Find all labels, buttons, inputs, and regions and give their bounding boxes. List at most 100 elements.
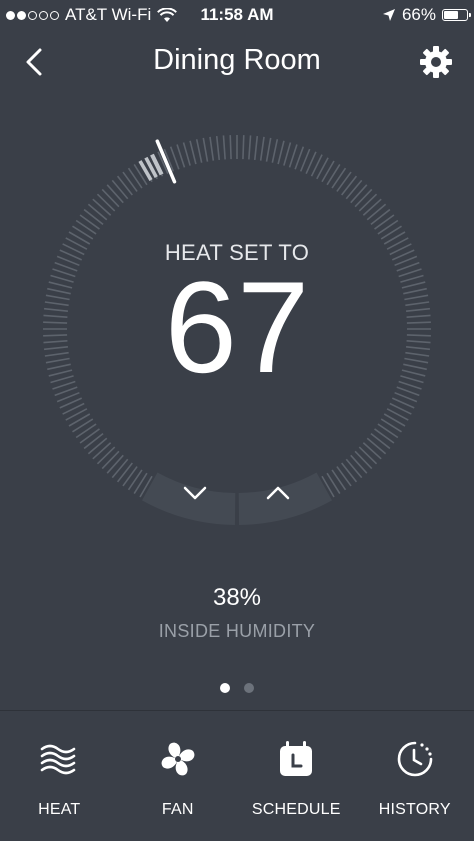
dial-tick (377, 423, 399, 439)
dial-tick (122, 466, 138, 487)
dial-tick (79, 428, 100, 444)
dial-tick (96, 446, 116, 465)
dial-tick (229, 135, 232, 160)
dial-tick (75, 219, 97, 235)
dial-tick (111, 458, 129, 479)
settings-button[interactable] (418, 44, 454, 80)
chevron-left-icon (26, 48, 42, 76)
dial-tick (345, 458, 363, 479)
dial-tick (83, 208, 104, 225)
dial-tick (271, 139, 279, 163)
page-dot-2[interactable] (244, 683, 254, 693)
dial-tick (366, 437, 387, 455)
tab-schedule[interactable]: SCHEDULE (237, 711, 356, 841)
dial-tick (209, 136, 215, 161)
dial-tick (83, 433, 104, 450)
dial-tick (366, 203, 387, 221)
page-title: Dining Room (153, 44, 321, 76)
dial-tick (72, 225, 94, 240)
dial-tick (362, 198, 382, 216)
dial-tick (116, 175, 133, 196)
dial-tick (265, 137, 272, 162)
dial-tick (259, 136, 265, 161)
dial-tick (326, 164, 341, 186)
dial-tick (75, 423, 97, 439)
dial-tick (354, 188, 373, 208)
back-button[interactable] (18, 44, 54, 80)
battery-percent: 66% (401, 5, 436, 24)
dial-tick (222, 135, 226, 160)
dial-tick (92, 198, 112, 216)
dial-tick (341, 175, 358, 196)
humidity-value: 38% (212, 584, 262, 611)
dial-tick (122, 171, 138, 192)
dial-tick (358, 446, 378, 465)
dial-tick (341, 462, 358, 483)
dial-tick (127, 469, 143, 491)
location-icon (382, 9, 395, 21)
tab-schedule-label: SCHEDULE (251, 801, 341, 818)
dial-tick (106, 454, 124, 474)
dial-tick (101, 188, 120, 208)
dial-tick (350, 184, 368, 204)
dial-tick (101, 450, 120, 470)
dial-tick (377, 219, 399, 235)
dial-tick (189, 140, 197, 165)
dial-tick (248, 135, 252, 160)
dial-tick (202, 137, 209, 162)
dial-tick (92, 442, 112, 460)
dial-tick (331, 469, 347, 491)
header: Dining Room (0, 30, 474, 94)
dial-tick (331, 167, 347, 189)
dial-tick (358, 193, 378, 212)
dial-tick (215, 135, 221, 161)
dial-tick (362, 442, 382, 460)
dial-tick (336, 171, 352, 192)
dial-tick (87, 203, 108, 221)
increase-temperature-button[interactable] (243, 472, 313, 514)
dial-tick (127, 167, 143, 189)
status-bar: AT&T Wi-Fi 11:58 AM 66% (0, 0, 474, 30)
decrease-temperature-button[interactable] (160, 472, 230, 514)
dial-tick (345, 179, 363, 200)
dial-tick (242, 135, 245, 160)
dial-tick (288, 144, 298, 168)
tab-heat[interactable]: HEAT (0, 711, 119, 841)
dial-tick (336, 466, 352, 487)
dial-tick (277, 140, 285, 165)
fan-icon (161, 742, 195, 776)
chevron-up-icon (266, 486, 290, 500)
dial-tick (354, 450, 373, 470)
page-dot-1[interactable] (220, 683, 230, 693)
dial-tick (111, 179, 129, 200)
dial-tick (283, 142, 292, 166)
chevron-down-icon (183, 486, 207, 500)
dial-tick (380, 225, 402, 240)
dial-tick (87, 437, 108, 455)
tab-fan[interactable]: FAN (119, 711, 238, 841)
calendar-clock-icon (280, 741, 313, 776)
tab-history[interactable]: HISTORY (356, 711, 474, 841)
dial-tick (72, 418, 94, 433)
tab-bar: HEAT FAN SCHEDULE HISTORY (0, 711, 474, 841)
status-right: 66% (382, 5, 471, 25)
dial-tick (326, 472, 341, 494)
dial-tick (195, 139, 203, 163)
dial-tick (370, 433, 391, 450)
dial-tick (374, 214, 395, 230)
dial-tick (116, 462, 133, 483)
gear-icon (420, 46, 452, 78)
dial-tick (253, 135, 259, 161)
tab-history-label: HISTORY (378, 801, 451, 818)
dial-tick (106, 184, 124, 204)
dial-tick (79, 214, 100, 230)
setpoint-marker (155, 139, 177, 184)
dial-tick (370, 208, 391, 225)
setpoint-temperature: 67 (164, 254, 310, 400)
battery-icon (442, 9, 471, 21)
dial-tick (96, 193, 116, 212)
tab-heat-label: HEAT (38, 801, 81, 818)
tab-fan-label: FAN (161, 801, 194, 818)
heat-waves-icon (40, 744, 76, 775)
page-indicator (0, 683, 474, 693)
